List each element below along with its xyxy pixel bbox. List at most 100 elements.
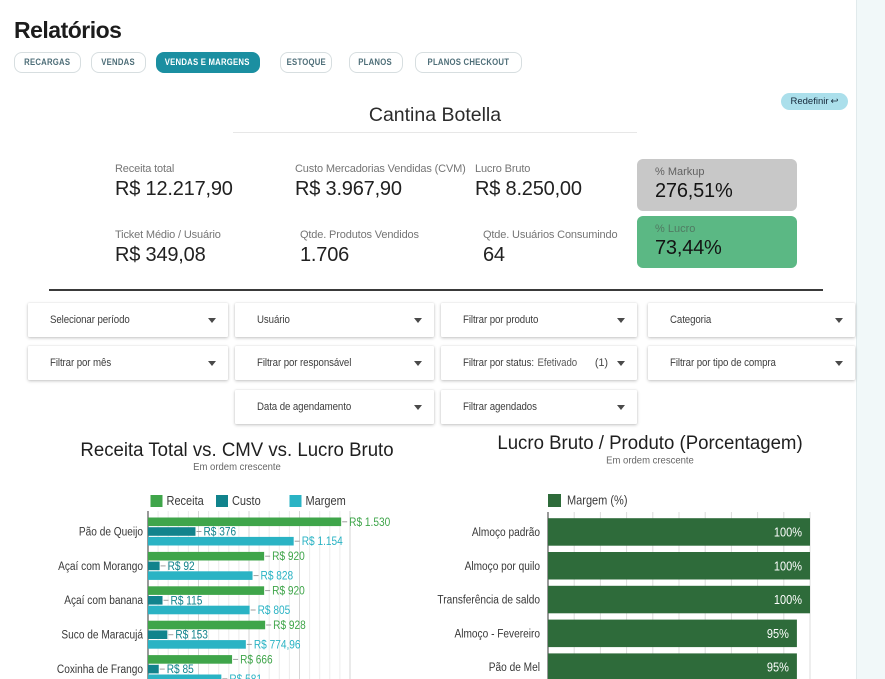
value-label: R$ 153 [175,630,208,642]
stat-value: R$ 3.967,90 [295,178,466,201]
filter-label: Filtrar por produto [463,314,538,326]
chart-title: Receita Total vs. CMV vs. Lucro Bruto [80,440,393,461]
bar-coxinha-de-frango-receita[interactable] [148,655,232,664]
filter-label: Categoria [670,314,711,326]
filter-filtrar-por-mes[interactable]: Filtrar por mês [28,346,228,380]
bar-suco-de-maracuja-custo[interactable] [148,630,167,639]
filter-filtrar-por-tipo-de-compra[interactable]: Filtrar por tipo de compra [648,346,855,380]
stat-label: Receita total [115,163,233,175]
legend-swatch-icon [216,495,228,507]
legend-label: Margem [306,494,346,508]
filter-label: Data de agendamento [257,401,351,413]
legend-label: Receita [167,494,204,508]
category-label: Almoço por quilo [465,561,540,573]
bar-almoco-por-quilo[interactable] [548,552,810,580]
chart-lucro-produto: Lucro Bruto / Produto (Porcentagem) Em or… [380,430,857,679]
bar-acai-com-morango-receita[interactable] [148,552,264,561]
dropdown-caret-icon [617,405,625,410]
bar-acai-com-banana-receita[interactable] [148,586,264,595]
stat-label: Ticket Médio / Usuário [115,229,221,241]
filter-label: Usuário [257,314,290,326]
filter-selecionar-periodo[interactable]: Selecionar período [28,303,228,337]
bar-value-label: 95% [767,627,789,641]
filter-text: Filtrar por responsável [257,357,351,369]
stat-value: 276,51% [655,180,797,203]
tab-vendas[interactable]: VENDAS [91,52,146,73]
filter-text: Categoria [670,314,711,326]
reset-button-label: Redefinir [791,96,829,107]
tab-estoque[interactable]: ESTOQUE [280,52,332,73]
tab-planos[interactable]: PLANOS [349,52,403,73]
chart-subtitle: Em ordem crescente [606,456,694,467]
dropdown-caret-icon [414,318,422,323]
bar-suco-de-maracuja-margem[interactable] [148,640,246,649]
stat-custo-mercadorias-vendidas-cvm: Custo Mercadorias Vendidas (CVM)R$ 3.967… [295,163,466,201]
stat-value: 64 [483,244,617,267]
value-label: R$ 774,96 [254,639,301,651]
filter-text: Usuário [257,314,290,326]
bar-pao-de-queijo-receita[interactable] [148,518,341,527]
stat-value: R$ 12.217,90 [115,178,233,201]
tab-label: ESTOQUE [286,57,325,67]
highlight-stat-markup: % Markup276,51% [637,159,797,211]
bar-acai-com-banana-margem[interactable] [148,606,250,615]
stat-label: Qtde. Usuários Consumindo [483,229,617,241]
stat-lucro-bruto: Lucro BrutoR$ 8.250,00 [475,163,582,201]
value-label: R$ 928 [273,620,306,632]
tab-label: RECARGAS [24,57,70,67]
stat-label: Lucro Bruto [475,163,582,175]
value-label: R$ 85 [167,664,194,676]
legend-item-margem: Margem (%) [548,494,628,508]
category-label: Pão de Queijo [79,526,143,538]
legend-item-margem: Margem [290,494,346,508]
filter-filtrar-por-status[interactable]: Filtrar por status:Efetivado (1) [441,346,637,380]
bar-coxinha-de-frango-margem[interactable] [148,675,221,679]
bar-value-label: 100% [774,525,802,539]
tab-vendas-e-margens[interactable]: VENDAS E MARGENS [156,52,260,73]
legend-label: Custo [232,494,261,508]
filter-count: (1) [595,357,608,369]
tab-planos-checkout[interactable]: PLANOS CHECKOUT [415,52,522,73]
reset-button[interactable]: Redefinir ↩ [781,93,848,110]
dropdown-caret-icon [617,318,625,323]
bar-pao-de-queijo-margem[interactable] [148,537,294,546]
legend-swatch-icon [548,494,561,507]
highlight-stat-lucro: % Lucro 73,44% [637,216,797,268]
filter-text: Data de agendamento [257,401,351,413]
category-label: Pão de Mel [489,662,540,674]
report-title: Cantina Botella [233,106,637,133]
filter-label: Filtrar agendados [463,401,537,413]
filter-data-de-agendamento[interactable]: Data de agendamento [235,390,434,424]
legend-item-custo: Custo [216,494,261,508]
value-label: R$ 376 [203,527,236,539]
category-label: Transferência de saldo [437,595,540,607]
stat-label: % Lucro [655,223,797,235]
filter-text: Filtrar agendados [463,401,537,413]
stat-value: 73,44% [655,237,797,260]
filter-label: Filtrar por tipo de compra [670,357,776,369]
bar-coxinha-de-frango-custo[interactable] [148,665,159,674]
tab-label: VENDAS E MARGENS [165,57,250,67]
filter-text: Filtrar por tipo de compra [670,357,776,369]
bar-acai-com-banana-custo[interactable] [148,596,163,605]
filter-filtrar-por-produto[interactable]: Filtrar por produto [441,303,637,337]
bar-acai-com-morango-margem[interactable] [148,571,253,580]
filter-filtrar-por-responsavel[interactable]: Filtrar por responsável [235,346,434,380]
filter-filtrar-agendados[interactable]: Filtrar agendados [441,390,637,424]
value-label: R$ 1.154 [302,536,344,548]
bar-transferencia-de-saldo[interactable] [548,586,810,614]
stat-value: 1.706 [300,244,419,267]
bar-almoco-fevereiro[interactable] [548,620,797,648]
bar-suco-de-maracuja-receita[interactable] [148,621,265,630]
value-label: R$ 805 [258,605,291,617]
tab-recargas[interactable]: RECARGAS [14,52,81,73]
chart-title: Lucro Bruto / Produto (Porcentagem) [497,433,802,454]
bar-pao-de-mel[interactable] [548,653,797,679]
category-label: Açaí com Morango [58,561,143,573]
bar-almoco-padrao[interactable] [548,518,810,546]
bar-pao-de-queijo-custo[interactable] [148,527,195,536]
filter-text: Filtrar por status:Efetivado [463,357,577,369]
filter-categoria[interactable]: Categoria [648,303,855,337]
filter-usuario[interactable]: Usuário [235,303,434,337]
bar-acai-com-morango-custo[interactable] [148,562,160,571]
